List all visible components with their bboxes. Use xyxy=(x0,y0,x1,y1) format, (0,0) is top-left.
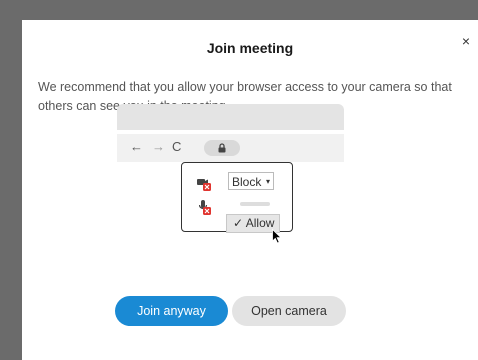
join-anyway-button[interactable]: Join anyway xyxy=(115,296,228,326)
close-icon[interactable]: × xyxy=(462,34,470,48)
reload-icon: C xyxy=(172,139,182,154)
permission-select-value: Block xyxy=(232,175,262,189)
lock-icon xyxy=(218,143,226,153)
dialog-title: Join meeting xyxy=(206,40,294,56)
mouse-cursor-icon xyxy=(272,229,282,244)
placeholder-line xyxy=(240,202,270,206)
forward-arrow-icon: → xyxy=(152,139,165,154)
chevron-down-icon: ▾ xyxy=(265,177,270,186)
mic-blocked-icon xyxy=(199,200,211,215)
back-arrow-icon: ← xyxy=(130,139,143,154)
site-info-pill xyxy=(204,140,240,156)
permission-select: Block ▾ xyxy=(228,172,274,190)
browser-tab-strip-illustration xyxy=(117,104,344,130)
open-camera-button[interactable]: Open camera xyxy=(232,296,346,326)
camera-blocked-icon xyxy=(197,179,211,191)
